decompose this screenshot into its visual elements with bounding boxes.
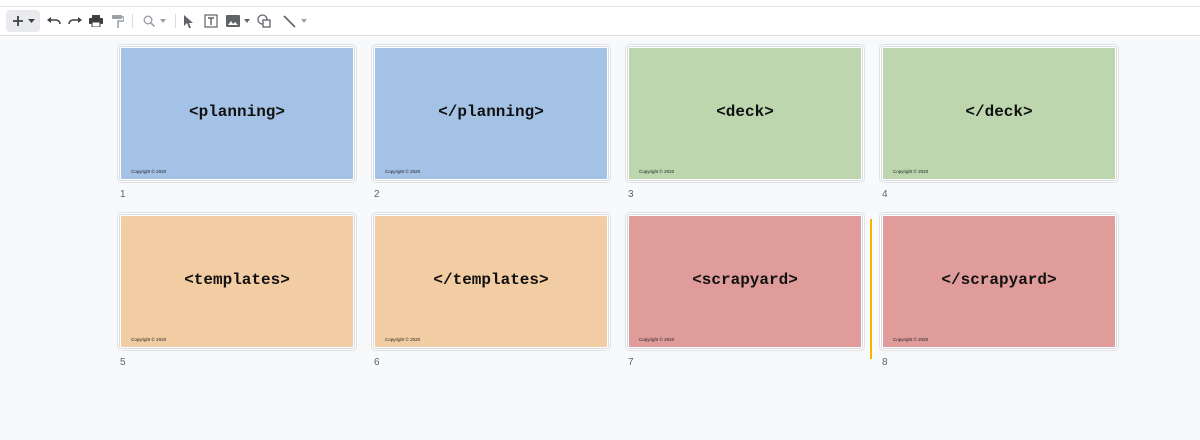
toolbar-separator bbox=[132, 14, 133, 28]
slide-title: </deck> bbox=[965, 103, 1033, 121]
slide-thumbnail[interactable]: <scrapyard> Copyright © 2020 bbox=[627, 214, 863, 349]
slide-number: 7 bbox=[628, 357, 634, 368]
line-button[interactable] bbox=[280, 10, 310, 32]
slide-grid: <planning> Copyright © 2020 1 </planning… bbox=[0, 36, 1200, 440]
slide-number: 6 bbox=[374, 357, 380, 368]
slide-title: <templates> bbox=[184, 271, 290, 289]
slide-title: <deck> bbox=[716, 103, 774, 121]
drop-indicator bbox=[870, 219, 872, 359]
slide-number: 2 bbox=[374, 189, 380, 200]
slide-thumbnail[interactable]: <templates> Copyright © 2020 bbox=[119, 214, 355, 349]
slide-footer: Copyright © 2020 bbox=[893, 337, 929, 342]
top-strip bbox=[0, 0, 1200, 7]
new-slide-button[interactable] bbox=[6, 10, 40, 32]
add-icon bbox=[12, 15, 24, 27]
slide-footer: Copyright © 2020 bbox=[131, 337, 167, 342]
slide-number: 5 bbox=[120, 357, 126, 368]
slide-footer: Copyright © 2020 bbox=[639, 337, 675, 342]
paint-format-icon[interactable] bbox=[110, 10, 126, 32]
chevron-down-icon bbox=[244, 19, 250, 23]
slide-thumbnail[interactable]: <planning> Copyright © 2020 bbox=[119, 46, 355, 181]
image-icon bbox=[226, 15, 240, 27]
line-icon bbox=[283, 14, 296, 28]
slide-footer: Copyright © 2020 bbox=[893, 169, 929, 174]
slide-thumbnail[interactable]: </deck> Copyright © 2020 bbox=[881, 46, 1117, 181]
chevron-down-icon bbox=[159, 19, 166, 23]
slide-footer: Copyright © 2020 bbox=[385, 337, 421, 342]
chevron-down-icon[interactable] bbox=[27, 18, 35, 24]
image-button[interactable] bbox=[225, 10, 251, 32]
chevron-down-icon bbox=[301, 19, 307, 23]
slide-thumbnail[interactable]: </planning> Copyright © 2020 bbox=[373, 46, 609, 181]
slide-title: </planning> bbox=[438, 103, 544, 121]
slide-footer: Copyright © 2020 bbox=[131, 169, 167, 174]
slide-thumbnail[interactable]: </templates> Copyright © 2020 bbox=[373, 214, 609, 349]
text-box-icon[interactable] bbox=[203, 10, 219, 32]
slide-footer: Copyright © 2020 bbox=[639, 169, 675, 174]
select-icon[interactable] bbox=[182, 10, 196, 32]
slide-thumbnail[interactable]: </scrapyard> Copyright © 2020 bbox=[881, 214, 1117, 349]
slide-number: 3 bbox=[628, 189, 634, 200]
slide-thumbnail[interactable]: <deck> Copyright © 2020 bbox=[627, 46, 863, 181]
zoom-icon bbox=[143, 15, 155, 27]
slide-title: </templates> bbox=[433, 271, 549, 289]
slide-number: 4 bbox=[882, 189, 888, 200]
slide-title: <scrapyard> bbox=[692, 271, 798, 289]
shape-icon[interactable] bbox=[256, 10, 272, 32]
toolbar bbox=[0, 7, 1200, 36]
slide-number: 8 bbox=[882, 357, 888, 368]
slide-number: 1 bbox=[120, 189, 126, 200]
zoom-button[interactable] bbox=[140, 10, 168, 32]
slide-footer: Copyright © 2020 bbox=[385, 169, 421, 174]
redo-icon[interactable] bbox=[67, 10, 83, 32]
print-icon[interactable] bbox=[88, 10, 104, 32]
slide-title: </scrapyard> bbox=[941, 271, 1057, 289]
slide-title: <planning> bbox=[188, 103, 285, 121]
undo-icon[interactable] bbox=[46, 10, 62, 32]
toolbar-separator bbox=[175, 14, 176, 28]
